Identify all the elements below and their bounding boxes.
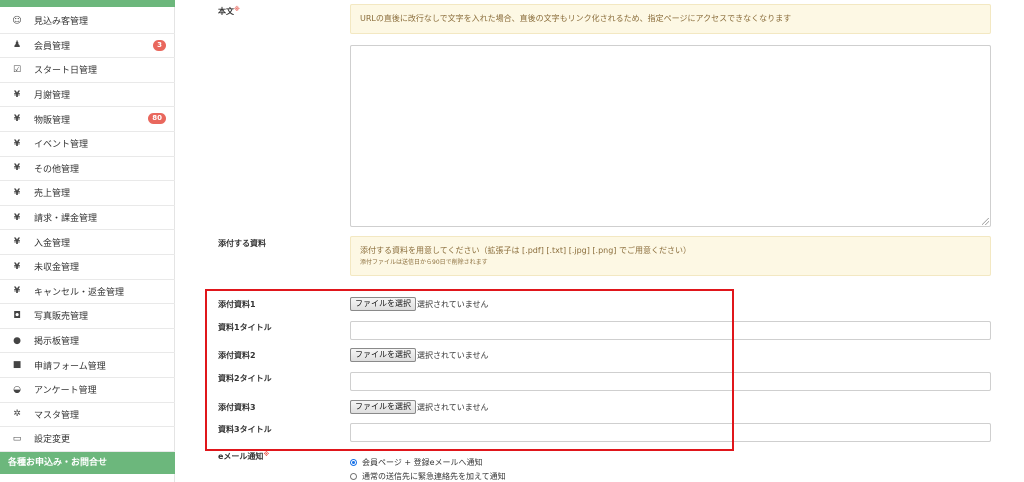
sidebar-item-label: 設定変更 [34,435,71,446]
sidebar-item-events[interactable]: ¥ イベント管理 [0,132,175,157]
sidebar-item-sales[interactable]: ¥ 売上管理 [0,181,175,206]
email-option-2-label: 通常の送信先に緊急連絡先を加えて通知 [362,472,506,481]
sidebar-item-settings[interactable]: ▭ 設定変更 [0,427,175,452]
sidebar-item-label: アンケート管理 [34,386,97,397]
sidebar-item-label: その他管理 [34,164,80,175]
sidebar-item-surveys[interactable]: ◒ アンケート管理 [0,378,175,403]
sidebar-item-label: 請求・課金管理 [34,214,98,225]
sidebar: ☺ 見込み客管理 ♟ 会員管理 3 ☑ スタート日管理 ¥ 月謝管理 ¥ 物販管… [0,0,175,482]
sidebar-item-refunds[interactable]: ¥ キャンセル・返金管理 [0,280,175,305]
sidebar-section-header: 各種お申込み・お問合せ [0,452,175,474]
sidebar-item-label: 見込み客管理 [34,17,89,28]
email-option-1-label: 会員ページ + 登録eメールへ通知 [362,458,483,467]
required-mark: ※ [263,451,270,458]
sidebar-item-payments[interactable]: ¥ 入金管理 [0,230,175,255]
sidebar-item-other[interactable]: ¥ その他管理 [0,157,175,182]
attach-notice-note: 添付ファイルは送信日から90日で削除されます [360,259,488,266]
check-square-icon: ☑ [12,64,22,75]
sidebar-item-start-date[interactable]: ☑ スタート日管理 [0,58,175,83]
sidebar-item-bulletin-board[interactable]: ● 掲示板管理 [0,329,175,354]
yen-icon: ¥ [13,187,21,198]
yen-icon: ¥ [13,286,21,297]
count-badge: 80 [148,113,166,125]
smile-icon: ☺ [12,15,22,26]
resize-handle-icon[interactable] [982,218,989,225]
sidebar-item-application-forms[interactable]: ■ 申請フォーム管理 [0,353,175,378]
sidebar-item-label: キャンセル・返金管理 [34,287,125,298]
sidebar-item-billing[interactable]: ¥ 請求・課金管理 [0,206,175,231]
yen-icon: ¥ [13,89,21,100]
monitor-icon: ▭ [12,433,22,444]
sidebar-item-label: マスタ管理 [34,410,80,421]
sidebar-item-label: 会員管理 [34,41,71,52]
body-label: 本文※ [218,6,240,16]
yen-icon: ¥ [13,261,21,272]
email-option-2-radio[interactable] [350,473,357,480]
dashboard-icon: ◒ [13,384,21,395]
highlight-box [205,289,734,451]
yen-icon: ¥ [13,212,21,223]
sidebar-item-members[interactable]: ♟ 会員管理 3 [0,34,175,59]
email-notify-label: eメール通知※ [218,451,270,461]
email-option-1-radio[interactable] [350,459,357,466]
sidebar-item-monthly-fee[interactable]: ¥ 月謝管理 [0,83,175,108]
sidebar-item-label: 未収金管理 [34,263,80,274]
sidebar-item-label: イベント管理 [34,140,89,151]
required-mark: ※ [234,6,240,13]
gear-icon: ✲ [13,409,21,420]
sidebar-item-photo-sales[interactable]: ◘ 写真販売管理 [0,304,175,329]
sidebar-item-label: 申請フォーム管理 [34,361,106,372]
sidebar-item-merchandise[interactable]: ¥ 物販管理 80 [0,107,175,132]
sidebar-item-master[interactable]: ✲ マスタ管理 [0,403,175,428]
comment-icon: ● [13,335,21,346]
attach-label: 添付する資料 [218,239,266,248]
yen-icon: ¥ [13,163,21,174]
body-notice: URLの直後に改行なしで文字を入れた場合、直後の文字もリンク化されるため、指定ペ… [350,4,991,34]
sidebar-item-receivables[interactable]: ¥ 未収金管理 [0,255,175,280]
sidebar-item-label: 物販管理 [34,115,71,126]
sidebar-item-label: 入金管理 [34,238,71,249]
file-icon: ■ [12,360,22,371]
camera-icon: ◘ [13,310,21,321]
user-icon: ♟ [12,40,22,51]
sidebar-item-prospects[interactable]: ☺ 見込み客管理 [0,9,175,34]
sidebar-item-label: スタート日管理 [34,66,98,77]
sidebar-item-label: 売上管理 [34,189,71,200]
yen-icon: ¥ [13,237,21,248]
attach-notice: 添付する資料を用意してください（拡張子は [.pdf] [.txt] [.jpg… [350,236,991,276]
attach-notice-text: 添付する資料を用意してください（拡張子は [.pdf] [.txt] [.jpg… [360,246,691,255]
body-textarea[interactable] [350,45,991,227]
yen-icon: ¥ [13,138,21,149]
count-badge: 3 [153,39,166,51]
sidebar-header [0,0,175,7]
yen-icon: ¥ [13,114,21,125]
sidebar-item-label: 写真販売管理 [34,312,89,323]
sidebar-item-label: 掲示板管理 [34,337,80,348]
sidebar-item-label: 月謝管理 [34,91,71,102]
